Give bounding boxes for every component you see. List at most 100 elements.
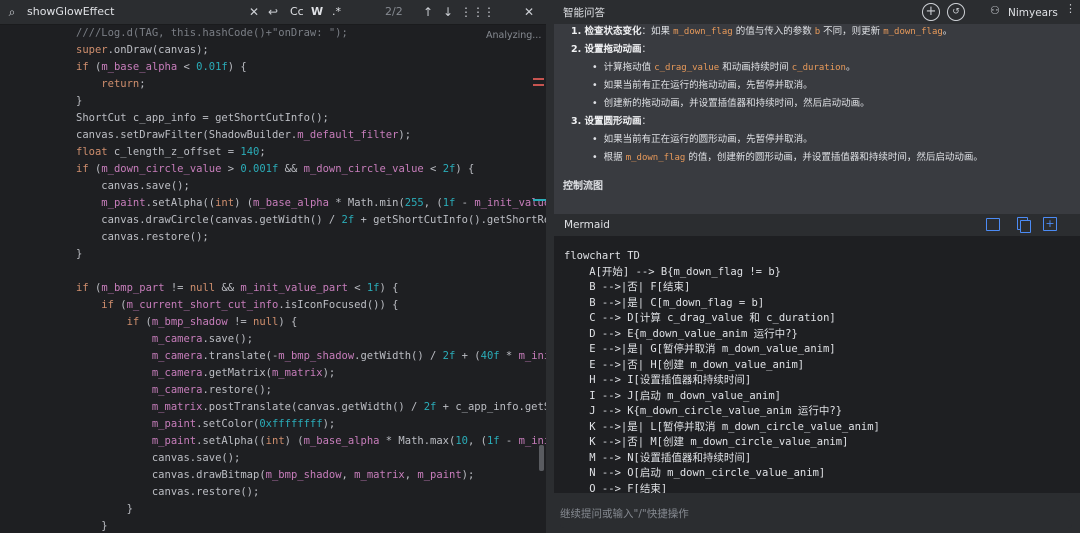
insert-code-icon[interactable] [986, 218, 1000, 231]
code-token: > [221, 163, 241, 175]
code-token: && [215, 282, 241, 294]
code-token: , ( [423, 197, 443, 209]
code-token: super [76, 44, 108, 56]
code-token: m_paint [151, 418, 197, 430]
code-token: - [499, 435, 519, 447]
code-token: m_base_alpha [101, 61, 178, 73]
code-line: m_paint.setColor(0xffffffff); [76, 416, 335, 433]
new-chat-icon[interactable]: + [922, 3, 940, 21]
caret-marker [533, 199, 546, 201]
code-line: return; [76, 76, 145, 93]
code-line: m_paint.setAlpha((int) (m_base_alpha * M… [76, 433, 546, 450]
history-icon[interactable]: ↺ [947, 3, 965, 21]
code-area[interactable]: ////Log.d(TAG, this.hashCode()+"onDraw: … [52, 25, 546, 533]
code-line: m_camera.getMatrix(m_matrix); [76, 365, 335, 382]
code-token: canvas.drawBitmap( [76, 469, 266, 481]
match-count: 2/2 [385, 5, 403, 18]
code-line: if (m_down_circle_value > 0.001f && m_do… [76, 161, 474, 178]
code-token: 140 [240, 146, 260, 158]
previous-match-icon[interactable]: ↑ [420, 2, 436, 22]
editor-scrollbar[interactable] [539, 445, 544, 471]
code-line: canvas.drawBitmap(m_bmp_shadow, m_matrix… [76, 467, 474, 484]
code-token: ; [259, 146, 266, 158]
regex-button[interactable]: .* [332, 0, 341, 24]
next-match-icon[interactable]: ↓ [440, 2, 456, 22]
code-token: m_camera [151, 350, 203, 362]
code-line: m_camera.save(); [76, 331, 253, 348]
history-icon[interactable]: ↩ [265, 2, 281, 22]
mermaid-line: M --> N[设置插值器和持续时间] [564, 451, 752, 464]
section-heading: 控制流图 [563, 181, 603, 192]
step-2-bullet-2: • 如果当前有正在运行的拖动动画，先暂停并取消。 [592, 80, 813, 91]
code-token: { [385, 282, 399, 294]
code-token: if [126, 316, 140, 328]
code-token: ////Log.d(TAG, this.hashCode()+"onDraw: … [76, 27, 348, 39]
step-2-bullet-1: • 计算拖动值 c_drag_value 和动画持续时间 c_duration。 [592, 62, 856, 73]
code-token: if [76, 282, 89, 294]
code-token: 0.001f [240, 163, 279, 175]
mermaid-line: E -->|是| G[暂停并取消 m_down_value_anim] [564, 343, 836, 355]
code-token: , [341, 469, 355, 481]
clear-icon[interactable]: ✕ [246, 2, 262, 22]
code-line: canvas.drawCircle(canvas.getWidth() / 2f… [76, 212, 546, 229]
match-case-button[interactable]: Cc [290, 0, 304, 24]
code-token: , [404, 469, 418, 481]
user-name[interactable]: Nimyears [1008, 0, 1058, 26]
code-token: m_paint [417, 469, 462, 481]
mermaid-line: E -->|否| H[创建 m_down_value_anim] [564, 358, 805, 371]
code-line: canvas.save(); [76, 450, 241, 467]
step-3-heading: 3. 设置圆形动画： [571, 116, 652, 127]
code-token: m_matrix [354, 469, 405, 481]
panel-divider[interactable] [546, 0, 554, 533]
code-token: ) ( [234, 197, 254, 209]
code-token: if [76, 61, 89, 73]
code-token: - [455, 197, 475, 209]
code-token: .onDraw(canvas); [107, 44, 209, 56]
code-token: + ( [455, 350, 481, 362]
code-token: m_current_short_cut_info [126, 299, 279, 311]
search-icon[interactable]: ⌕ [3, 2, 21, 22]
code-line: float c_length_z_offset = 140; [76, 144, 266, 161]
code-token: 40f [480, 350, 500, 362]
code-token: m_init [518, 350, 546, 362]
chat-input[interactable]: 继续提问或输入"/"快捷操作 [560, 500, 1072, 528]
code-token: + getShortCutInfo().getShortRea [354, 214, 546, 226]
mermaid-line: A[开始] --> B{m_down_flag != b} [564, 265, 781, 278]
code-token: null [253, 316, 279, 328]
code-token: m_default_filter [297, 129, 399, 141]
code-token: && [278, 163, 304, 175]
new-file-icon[interactable]: + [1043, 217, 1057, 231]
more-options-icon[interactable]: ⋮ [481, 2, 497, 22]
code-token: ( [139, 316, 152, 328]
select-all-matches-icon[interactable]: ⋮⋮ [460, 2, 484, 22]
code-token: ) { [227, 61, 247, 73]
find-query-input[interactable]: showGlowEffect [27, 0, 114, 24]
code-token: int [215, 197, 235, 209]
code-line: } [76, 518, 107, 533]
more-icon[interactable]: ⋮ [1065, 2, 1076, 15]
code-token: m_camera [151, 384, 203, 396]
step-2-heading: 2. 设置拖动动画： [571, 44, 652, 55]
close-icon[interactable]: ✕ [520, 2, 538, 22]
code-token: ); [461, 469, 475, 481]
code-token: 1f [442, 197, 456, 209]
error-marker [533, 84, 544, 86]
code-token: .translate(- [202, 350, 279, 362]
mermaid-line: J --> K{m_down_circle_value_anim 运行中?} [564, 405, 843, 417]
code-token: ) { [455, 163, 475, 175]
code-token: } [76, 95, 83, 107]
code-line: canvas.restore(); [76, 484, 259, 501]
whole-word-button[interactable]: W [311, 0, 323, 24]
code-token: if [101, 299, 114, 311]
code-token: if [76, 163, 89, 175]
input-bar: 继续提问或输入"/"快捷操作 [554, 496, 1080, 533]
code-token: m_bmp_part [101, 282, 165, 294]
step-1: 1. 检查状态变化：如果 m_down_flag 的值与传入的参数 b 不同，则… [571, 26, 953, 37]
